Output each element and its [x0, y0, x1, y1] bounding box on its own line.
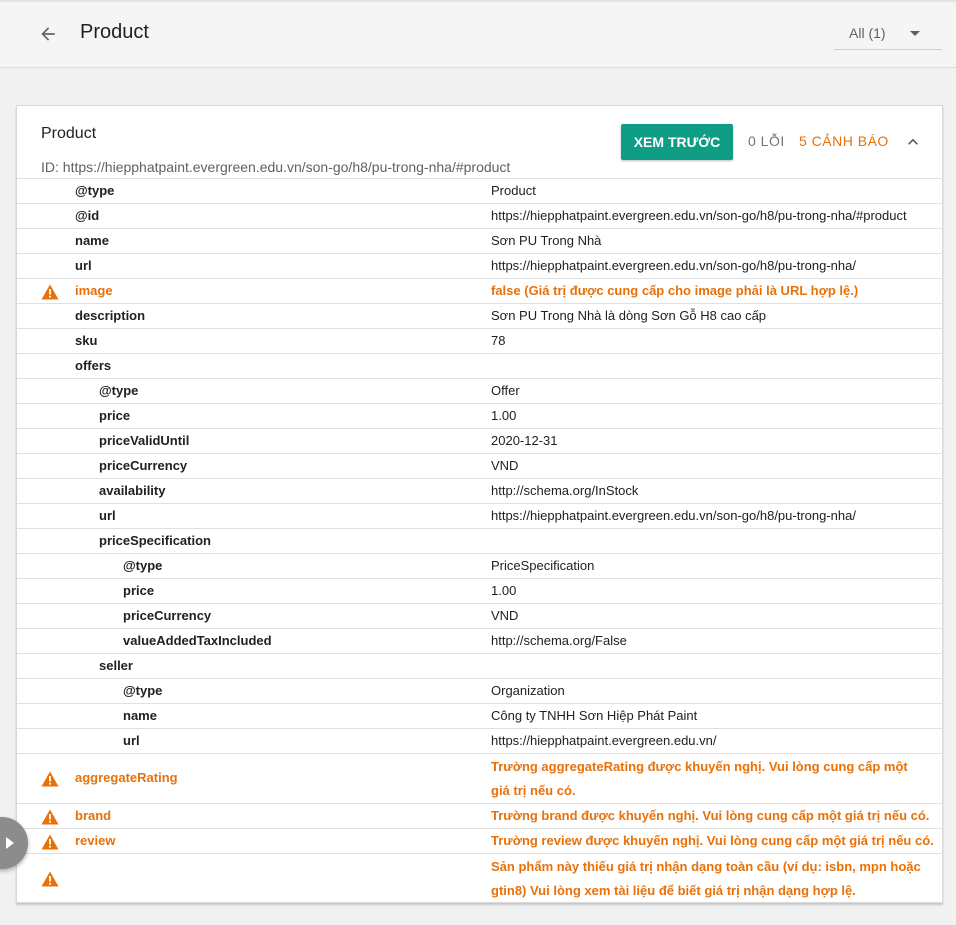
- property-key: review: [75, 833, 116, 848]
- table-row: Sản phẩm này thiếu giá trị nhận dạng toà…: [17, 853, 942, 903]
- warning-triangle-icon: [41, 871, 59, 887]
- table-row: name Sơn PU Trong Nhà: [17, 228, 942, 253]
- property-value: Offer: [491, 383, 520, 398]
- property-value: false (Giá trị được cung cấp cho image p…: [491, 283, 859, 298]
- warning-triangle-icon: [41, 771, 59, 787]
- property-value: 78: [491, 333, 506, 348]
- property-key: availability: [99, 483, 166, 498]
- property-value: 2020-12-31: [491, 433, 558, 448]
- property-table: @type Product @id https://hiepphatpaint.eve…: [17, 178, 942, 903]
- property-value: http://schema.org/False: [491, 633, 627, 648]
- property-key: brand: [75, 808, 112, 823]
- property-key: price: [123, 583, 155, 598]
- table-row: price 1.00: [17, 578, 942, 603]
- property-key: priceCurrency: [99, 458, 188, 473]
- table-row: price 1.00: [17, 403, 942, 428]
- table-row: url https://hiepphatpaint.evergreen.edu.v…: [17, 253, 942, 278]
- filter-label: All (1): [849, 25, 886, 41]
- table-row: seller: [17, 653, 942, 678]
- property-key: description: [75, 308, 146, 323]
- top-bar: Product All (1): [0, 0, 956, 68]
- property-value: VND: [491, 608, 519, 623]
- back-button[interactable]: [34, 20, 62, 48]
- result-card: Product ID: https://hiepphatpaint.evergr…: [16, 105, 943, 903]
- caret-down-icon: [910, 31, 920, 36]
- property-value: https://hiepphatpaint.evergreen.edu.vn/: [491, 733, 717, 748]
- property-key: seller: [99, 658, 133, 673]
- table-row: priceValidUntil 2020-12-31: [17, 428, 942, 453]
- card-id: ID: https://hiepphatpaint.evergreen.edu.…: [41, 159, 511, 175]
- table-row: url https://hiepphatpaint.evergreen.edu.v…: [17, 728, 942, 753]
- table-row: name Công ty TNHH Sơn Hiệp Phát Paint: [17, 703, 942, 728]
- filter-dropdown[interactable]: All (1): [834, 16, 942, 50]
- property-value: https://hiepphatpaint.evergreen.edu.vn/s…: [491, 208, 907, 223]
- property-value: Trường brand được khuyến nghị. Vui lòng …: [491, 808, 930, 823]
- property-value: Product: [491, 183, 536, 198]
- property-key: url: [123, 733, 140, 748]
- warning-triangle-icon: [41, 809, 59, 825]
- property-key: aggregateRating: [75, 770, 178, 785]
- table-row: priceCurrency VND: [17, 453, 942, 478]
- table-row: @type PriceSpecification: [17, 553, 942, 578]
- property-key: name: [75, 233, 109, 248]
- card-title: Product: [41, 125, 97, 142]
- page-title: Product: [80, 21, 149, 43]
- property-key: @id: [75, 208, 100, 223]
- table-row: valueAddedTaxIncluded http://schema.org/F…: [17, 628, 942, 653]
- chevron-up-icon: [908, 138, 918, 145]
- table-row: @type Product: [17, 178, 942, 203]
- table-row: @type Offer: [17, 378, 942, 403]
- table-row: image false (Giá trị được cung cấp cho im…: [17, 278, 942, 303]
- property-value: Sản phẩm này thiếu giá trị nhận dạng toà…: [491, 859, 921, 898]
- table-row: availability http://schema.org/InStock: [17, 478, 942, 503]
- property-key: price: [99, 408, 131, 423]
- table-row: url https://hiepphatpaint.evergreen.edu.v…: [17, 503, 942, 528]
- property-value: VND: [491, 458, 519, 473]
- property-value: Trường aggregateRating được khuyến nghị.…: [491, 759, 908, 798]
- table-row: review Trường review được khuyến nghị. Vu…: [17, 828, 942, 853]
- arrow-left-icon: [41, 27, 55, 41]
- warning-triangle-icon: [41, 284, 59, 300]
- property-value: Công ty TNHH Sơn Hiệp Phát Paint: [491, 708, 698, 723]
- warning-triangle-icon: [41, 834, 59, 850]
- property-value: PriceSpecification: [491, 558, 595, 573]
- property-value: 1.00: [491, 408, 517, 423]
- table-row: priceSpecification: [17, 528, 942, 553]
- property-key: valueAddedTaxIncluded: [123, 633, 272, 648]
- preview-button[interactable]: XEM TRƯỚC: [621, 124, 733, 160]
- property-key: @type: [75, 183, 115, 198]
- property-value: https://hiepphatpaint.evergreen.edu.vn/s…: [491, 258, 856, 273]
- table-row: aggregateRating Trường aggregateRating đư…: [17, 753, 942, 803]
- property-value: http://schema.org/InStock: [491, 483, 639, 498]
- property-value: https://hiepphatpaint.evergreen.edu.vn/s…: [491, 508, 856, 523]
- property-value: Sơn PU Trong Nhà là dòng Sơn Gỗ H8 cao c…: [491, 308, 767, 323]
- property-value: Sơn PU Trong Nhà: [491, 233, 602, 248]
- property-value: Organization: [491, 683, 565, 698]
- property-key: @type: [123, 558, 163, 573]
- property-key: name: [123, 708, 157, 723]
- property-key: priceValidUntil: [99, 433, 190, 448]
- table-row: description Sơn PU Trong Nhà là dòng Sơn …: [17, 303, 942, 328]
- property-key: @type: [123, 683, 163, 698]
- property-key: url: [99, 508, 116, 523]
- table-row: priceCurrency VND: [17, 603, 942, 628]
- table-row: @id https://hiepphatpaint.evergreen.edu.v…: [17, 203, 942, 228]
- collapse-button[interactable]: [901, 130, 925, 154]
- property-value: Trường review được khuyến nghị. Vui lòng…: [491, 833, 934, 848]
- table-row: sku 78: [17, 328, 942, 353]
- property-key: @type: [99, 383, 139, 398]
- table-row: brand Trường brand được khuyến nghị. Vui …: [17, 803, 942, 828]
- property-key: image: [75, 283, 113, 298]
- warning-count[interactable]: 5 CẢNH BÁO: [799, 133, 889, 149]
- table-row: offers: [17, 353, 942, 378]
- property-key: priceCurrency: [123, 608, 212, 623]
- table-row: @type Organization: [17, 678, 942, 703]
- property-key: url: [75, 258, 92, 273]
- property-key: priceSpecification: [99, 533, 211, 548]
- error-count: 0 LỖI: [748, 133, 785, 149]
- property-key: sku: [75, 333, 98, 348]
- play-icon: [6, 837, 14, 849]
- property-value: 1.00: [491, 583, 517, 598]
- property-key: offers: [75, 358, 112, 373]
